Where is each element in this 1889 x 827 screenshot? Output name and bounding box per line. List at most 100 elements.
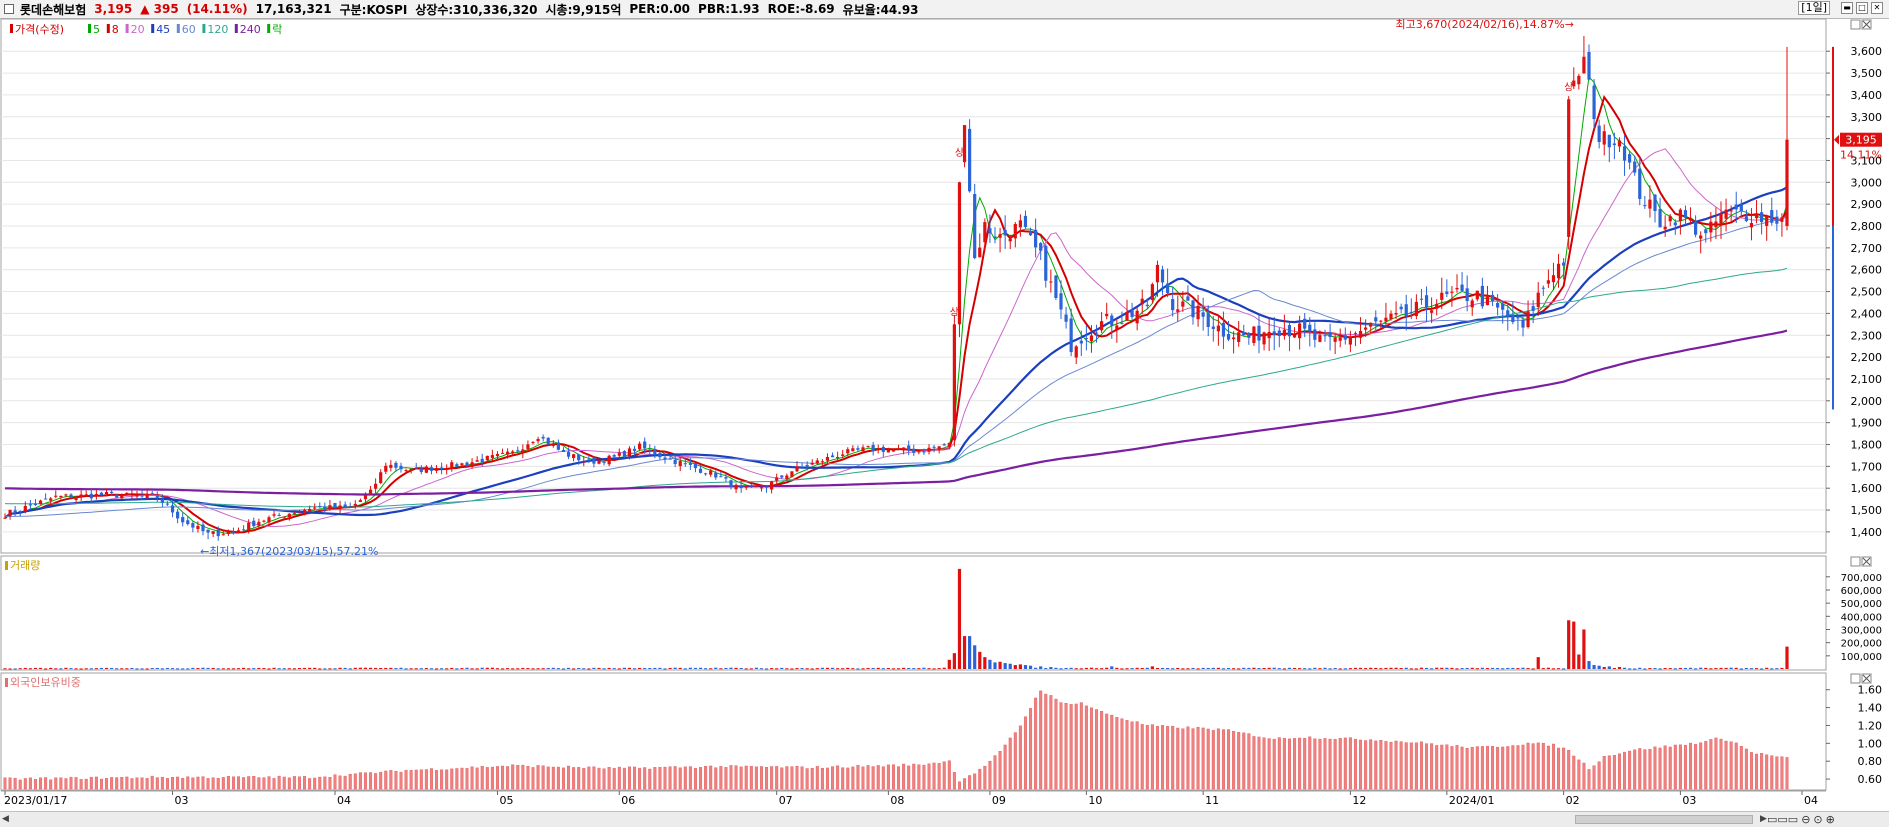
x-tick-label: 07 [779, 794, 793, 807]
candle-body [1166, 283, 1170, 294]
volume-bar [632, 668, 637, 670]
volume-bar [1678, 667, 1682, 669]
volume-bar [99, 667, 104, 669]
candle-body [1130, 309, 1134, 318]
volume-bar [1734, 667, 1738, 669]
foreign-ratio-bar [1379, 739, 1383, 790]
foreign-ratio-bar [1648, 749, 1652, 790]
volume-bar [891, 668, 896, 670]
candle-body [907, 445, 911, 451]
candle-body [1084, 338, 1088, 340]
foreign-ratio-bar [1709, 739, 1713, 790]
candle-body [236, 530, 241, 533]
candle-body [64, 494, 68, 496]
volume-bar [1729, 667, 1733, 669]
price-tick-label: 2,600 [1851, 264, 1883, 277]
candle-body [927, 447, 931, 452]
candle-body [1602, 131, 1606, 145]
volume-tick-label: 200,000 [1841, 639, 1882, 650]
limit-up-mark: 상 [950, 307, 959, 319]
volume-bar [688, 667, 692, 669]
volume-bar [1100, 668, 1104, 670]
candle-body [277, 514, 281, 516]
zoom-out-icon[interactable]: ⊖ [1801, 813, 1810, 826]
foreign-ratio-bar [490, 766, 494, 790]
candle-body [749, 485, 753, 487]
foreign-ratio-bar [59, 777, 63, 790]
candle-body [1277, 330, 1281, 337]
foreign-ratio-bar [450, 768, 454, 790]
volume-bar [886, 667, 890, 669]
zoom-in-icon[interactable]: ⊕ [1826, 813, 1835, 826]
candle-body [785, 475, 789, 479]
foreign-ratio-bar [1049, 695, 1053, 790]
volume-bar [749, 668, 753, 670]
volume-bar [1567, 620, 1571, 669]
foreign-ratio-bar [1115, 716, 1119, 790]
candle-body [978, 247, 982, 258]
volume-bar [89, 668, 93, 670]
zoom-reset-icon[interactable]: ⊙ [1813, 813, 1822, 826]
volume-bar [866, 667, 870, 669]
foreign-ratio-bar [1592, 765, 1596, 790]
volume-bar [115, 668, 119, 670]
foreign-ratio-bar [1668, 746, 1672, 790]
volume-bar [1348, 668, 1352, 670]
foreign-ratio-bar [1039, 690, 1043, 790]
volume-bar [607, 667, 611, 669]
stock-chart[interactable]: 1,400 1,500 1,600 1,700 1,800 1,900 2,000 2,100… [0, 0, 1889, 811]
volume-bar [1754, 668, 1759, 670]
volume-bar [714, 667, 718, 669]
foreign-ratio-bar [724, 767, 728, 790]
foreign-ratio-bar [1227, 729, 1231, 790]
scroll-thumb[interactable] [1575, 815, 1753, 824]
candle-body [485, 455, 489, 461]
x-tick-label: 08 [890, 794, 904, 807]
foreign-ratio-bar [780, 767, 784, 790]
candle-body [1754, 214, 1759, 219]
volume-bar [1328, 668, 1332, 670]
foreign-ratio-bar [1496, 746, 1500, 790]
volume-bar [374, 667, 378, 669]
zoom-slider-icon[interactable]: ▭▭▭ [1767, 813, 1798, 826]
volume-bar [69, 668, 73, 670]
candle-body [313, 507, 317, 509]
candle-body [678, 461, 682, 467]
candle-body [526, 444, 530, 449]
volume-bar [160, 668, 164, 670]
foreign-ratio-bar [1074, 703, 1078, 790]
volume-bar [780, 667, 784, 669]
volume-bar [150, 668, 154, 670]
candle-body [1531, 306, 1535, 311]
volume-bar [1480, 667, 1484, 669]
foreign-ratio-bar [851, 766, 855, 790]
candle-body [247, 522, 251, 531]
scroll-right-icon[interactable]: ▶ [1760, 814, 1767, 824]
volume-bar [546, 668, 550, 670]
candle-body [546, 437, 550, 445]
volume-bar [389, 667, 393, 669]
price-tick-label: 2,200 [1851, 351, 1883, 364]
scroll-left-icon[interactable]: ◀ [2, 814, 9, 824]
candle-body [1110, 315, 1114, 326]
candle-body [495, 453, 500, 457]
volume-bar [998, 661, 1002, 669]
candle-body [536, 439, 540, 442]
current-price-arrow [1834, 134, 1839, 145]
foreign-ratio-bar [785, 766, 789, 790]
candle-body [1338, 337, 1342, 341]
volume-bar [1582, 629, 1586, 669]
candle-body [44, 498, 48, 500]
foreign-ratio-bar [871, 766, 875, 790]
horizontal-scrollbar[interactable]: ◀ ▶ ▭▭▭ ⊖ ⊙ ⊕ [0, 811, 1889, 827]
foreign-ratio-bar [1780, 756, 1784, 790]
volume-bar [404, 668, 408, 670]
volume-bar [962, 636, 967, 669]
foreign-ratio-bar [790, 766, 794, 790]
volume-bar [181, 668, 185, 670]
volume-bar [18, 668, 22, 670]
current-price-tag-text: 3,195 [1845, 134, 1877, 147]
foreign-ratio-bar [1252, 736, 1256, 790]
volume-bar [638, 667, 642, 669]
candle-body [1419, 298, 1424, 300]
